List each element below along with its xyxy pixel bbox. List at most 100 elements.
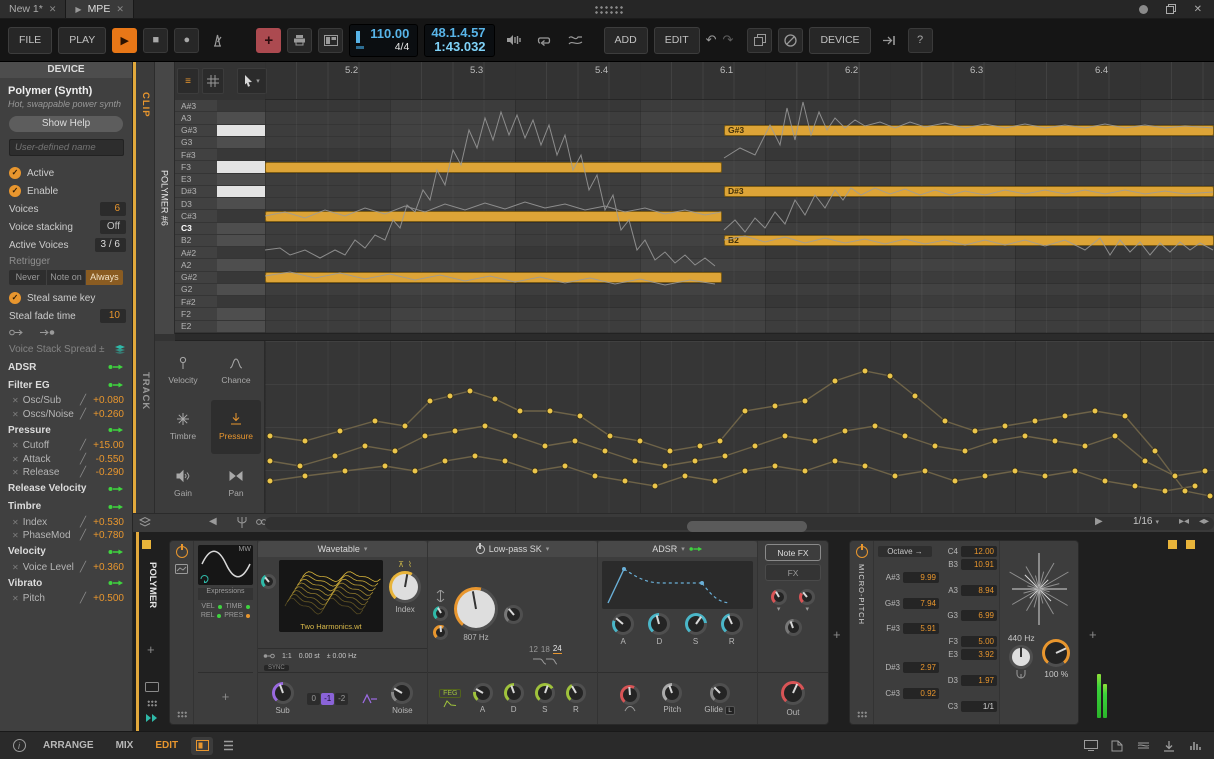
mod-row[interactable]: ✕Attack╱-0.550 xyxy=(0,453,132,467)
count-in-button[interactable] xyxy=(501,28,526,53)
note-fx-tab[interactable]: Note FX xyxy=(765,544,821,561)
section-pressure[interactable]: Pressure xyxy=(8,425,51,436)
remove-mod-icon[interactable]: ✕ xyxy=(12,410,19,419)
osc-semitones[interactable]: 0.00 st xyxy=(299,653,320,660)
scroll-left-icon[interactable]: ◀ xyxy=(209,516,217,527)
timeline-ruler[interactable]: 5.25.35.46.16.26.36.4 xyxy=(265,62,1214,100)
piano-key[interactable]: C3 xyxy=(175,223,265,235)
wavetable-display[interactable]: Two Harmonics.wt xyxy=(279,560,383,632)
zoom-in-icon[interactable]: ◂▸ xyxy=(1199,516,1209,527)
close-window-icon[interactable]: ✕ xyxy=(1194,4,1202,15)
key-bar[interactable] xyxy=(217,284,265,295)
reference-freq-knob[interactable] xyxy=(1009,645,1033,669)
drag-handle-icon[interactable] xyxy=(147,700,157,707)
append-device-plus[interactable]: + xyxy=(1089,627,1097,642)
loop-button[interactable] xyxy=(532,28,557,53)
tab-track[interactable]: TRACK xyxy=(140,372,151,410)
piano-key[interactable]: G2 xyxy=(175,284,265,296)
micropitch-row[interactable]: A3 8.94 xyxy=(936,584,999,597)
out-knob[interactable] xyxy=(781,681,805,705)
slope-12[interactable]: 12 xyxy=(529,645,538,654)
envelope-display[interactable] xyxy=(602,561,753,609)
rel-expression[interactable]: REL xyxy=(201,612,215,619)
pressure-expression-graph[interactable] xyxy=(265,341,1214,513)
lane-pan[interactable]: Pan xyxy=(211,457,261,510)
lane-stack-icon[interactable] xyxy=(139,516,151,528)
key-bar[interactable] xyxy=(217,235,265,246)
micropitch-row[interactable]: C3 1/1 xyxy=(936,700,999,713)
undo-icon[interactable]: ↶ xyxy=(706,32,717,48)
close-tab-icon[interactable]: ✕ xyxy=(116,4,124,15)
voices-value[interactable]: 6 xyxy=(100,202,126,216)
piano-key[interactable]: C#3 xyxy=(175,210,265,222)
index-mod-icon[interactable]: ⌇ xyxy=(408,560,412,569)
device-rename-input[interactable] xyxy=(9,139,124,156)
section-timbre[interactable]: Timbre xyxy=(8,501,41,512)
key-bar[interactable] xyxy=(217,161,265,172)
piano-key[interactable]: G#3 xyxy=(175,125,265,137)
section-vibrato[interactable]: Vibrato xyxy=(8,578,42,589)
vel-expression[interactable]: VEL xyxy=(201,603,214,610)
piano-key[interactable]: A3 xyxy=(175,112,265,124)
play-button[interactable]: ▶ xyxy=(112,28,137,53)
add-oscillator-icon[interactable]: + xyxy=(222,689,230,704)
pres-expression[interactable]: PRES xyxy=(224,612,243,619)
sync-badge[interactable]: SYNC xyxy=(264,665,289,671)
scroll-right-icon[interactable]: ▶ xyxy=(1095,516,1103,527)
octave-0[interactable]: 0 xyxy=(307,693,320,705)
key-bar[interactable] xyxy=(217,137,265,148)
device-drag-handle[interactable] xyxy=(177,711,187,718)
remove-mod-icon[interactable]: ✕ xyxy=(12,563,19,572)
song-time[interactable]: 1:43.032 xyxy=(431,40,485,54)
lane-velocity[interactable]: Velocity xyxy=(158,344,208,397)
fast-forward-icon[interactable] xyxy=(145,714,159,722)
micropitch-row[interactable]: D3 1.97 xyxy=(936,674,999,687)
piano-key[interactable]: F#2 xyxy=(175,296,265,308)
key-bar[interactable] xyxy=(217,321,265,332)
micropitch-row[interactable]: G3 6.99 xyxy=(936,609,999,622)
editor-divider[interactable] xyxy=(175,333,1214,341)
micro-pitch-device[interactable]: MICRO-PITCH Octave → C4 12.00 B3 10.91 A… xyxy=(849,540,1079,725)
key-bar[interactable] xyxy=(217,210,265,221)
wavetable-mod-knob[interactable] xyxy=(261,574,276,589)
project-tab-mpe[interactable]: ▶ MPE ✕ xyxy=(66,0,133,18)
edit-view-button[interactable]: EDIT xyxy=(146,740,187,751)
remove-mod-icon[interactable]: ✕ xyxy=(12,455,19,464)
micropitch-row[interactable]: F3 5.00 xyxy=(936,635,999,648)
slope-24[interactable]: 24 xyxy=(553,644,562,654)
piano-key[interactable]: E2 xyxy=(175,321,265,333)
osc-waveform-selector[interactable]: MW xyxy=(198,545,253,585)
mix-value[interactable]: 100 % xyxy=(1044,669,1068,679)
note-out-icon[interactable] xyxy=(39,328,59,337)
key-bar[interactable] xyxy=(217,149,265,160)
cancel-button[interactable] xyxy=(778,28,803,53)
micropitch-row[interactable]: E3 3.92 xyxy=(936,648,999,661)
env-sustain-knob[interactable] xyxy=(685,613,707,635)
help-button[interactable]: ? xyxy=(908,28,933,53)
piano-key[interactable]: A#2 xyxy=(175,247,265,259)
edit-menu-button[interactable]: EDIT xyxy=(654,27,700,54)
feg-badge[interactable]: FEG xyxy=(439,689,461,698)
osc-detune-hz[interactable]: ± 0.00 Hz xyxy=(327,653,357,660)
filter-cutoff-knob[interactable] xyxy=(454,587,498,631)
mod-row[interactable]: ✕Voice Level╱+0.360 xyxy=(0,561,132,575)
panel-swatch-1[interactable] xyxy=(1168,540,1177,549)
overdub-plus-button[interactable]: + xyxy=(256,28,281,53)
piano-key[interactable]: F#3 xyxy=(175,149,265,161)
section-filter-eg[interactable]: Filter EG xyxy=(8,380,50,391)
polymer-device[interactable]: MW Expressions VEL TIMB REL PRES + Wavet… xyxy=(169,540,829,725)
layered-view-button[interactable]: ≡ xyxy=(177,68,199,94)
scrollbar-track[interactable] xyxy=(265,517,1214,530)
mix-view-button[interactable]: MIX xyxy=(107,740,143,751)
key-bar[interactable] xyxy=(217,125,265,136)
feg-attack-knob[interactable] xyxy=(473,683,493,703)
mod-row[interactable]: ✕Oscs/Noise╱+0.260 xyxy=(0,408,132,422)
key-bar[interactable] xyxy=(217,223,265,234)
time-signature[interactable]: 4/4 xyxy=(370,41,409,54)
filter-mod1-knob[interactable] xyxy=(433,606,448,621)
env-shape-knob[interactable] xyxy=(620,685,640,705)
stack-spread-icon[interactable] xyxy=(114,344,126,354)
osc-ratio[interactable]: 1:1 xyxy=(282,653,292,660)
retrigger-never[interactable]: Never xyxy=(9,270,46,285)
filter-resonance-knob[interactable] xyxy=(504,605,523,624)
